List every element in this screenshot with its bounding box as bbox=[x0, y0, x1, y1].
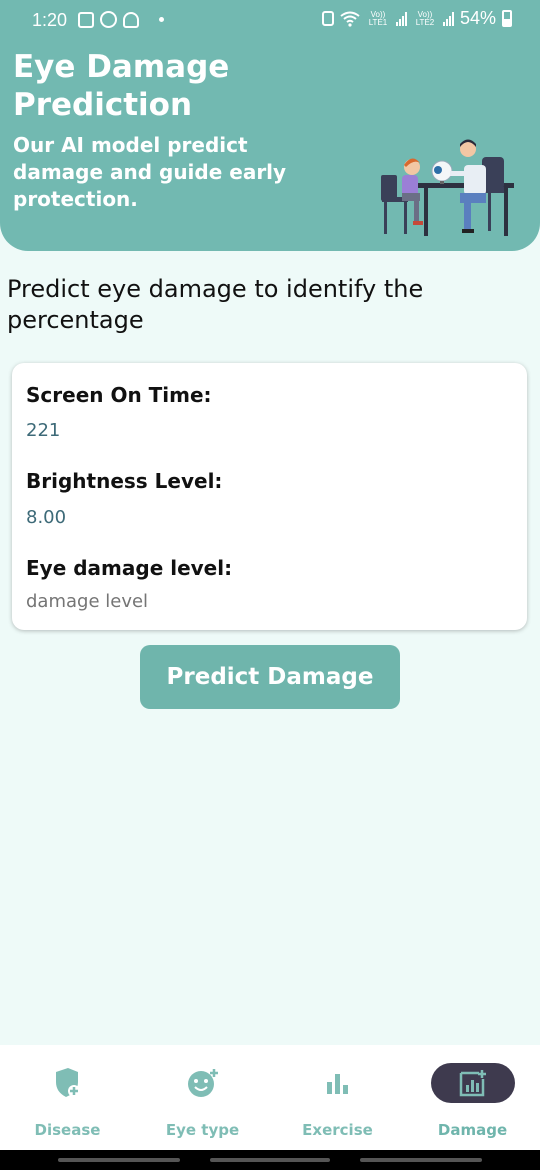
nav-label-eye-type: Eye type bbox=[165, 1121, 240, 1139]
screen-time-label: Screen On Time: bbox=[26, 383, 212, 407]
damage-level-label: Eye damage level: bbox=[26, 556, 233, 580]
signal2-icon bbox=[442, 11, 454, 26]
nav-item-damage[interactable]: Damage bbox=[405, 1045, 540, 1150]
shield-plus-icon bbox=[26, 1063, 110, 1103]
notification-icons bbox=[78, 11, 164, 28]
wifi-icon bbox=[340, 11, 360, 27]
sim2-label: Vo)) LTE2 bbox=[415, 9, 435, 27]
page-subtitle: Our AI model predict damage and guide ea… bbox=[13, 133, 287, 211]
more-notifications-icon bbox=[159, 17, 164, 22]
status-time: 1:20 bbox=[32, 10, 68, 30]
nav-item-disease[interactable]: Disease bbox=[0, 1045, 135, 1150]
smiley-plus-icon bbox=[161, 1063, 245, 1103]
gallery-icon bbox=[78, 11, 94, 28]
header: 1:20 Vo)) LTE1 Vo)) LTE2 54% Eye Damage … bbox=[0, 0, 540, 251]
nav-item-eye-type[interactable]: Eye type bbox=[135, 1045, 270, 1150]
nav-item-exercise[interactable]: Exercise bbox=[270, 1045, 405, 1150]
system-nav-bar bbox=[0, 1150, 540, 1170]
sim1-label: Vo)) LTE1 bbox=[368, 9, 388, 27]
damage-level-field[interactable] bbox=[26, 591, 506, 612]
nav-label-disease: Disease bbox=[34, 1121, 101, 1139]
nav-label-exercise: Exercise bbox=[302, 1121, 373, 1139]
bar-chart-icon bbox=[296, 1063, 380, 1103]
recents-handle[interactable] bbox=[58, 1158, 180, 1162]
status-bar: 1:20 Vo)) LTE1 Vo)) LTE2 54% bbox=[0, 0, 540, 40]
screen-time-value: 221 bbox=[26, 420, 61, 441]
home-handle[interactable] bbox=[210, 1158, 330, 1162]
battery-percent: 54% bbox=[459, 8, 496, 28]
recording-icon bbox=[100, 11, 117, 28]
doctor-patient-illustration bbox=[381, 139, 514, 236]
system-status-icons: Vo)) LTE1 Vo)) LTE2 54% bbox=[321, 8, 512, 29]
chart-plus-icon bbox=[430, 1063, 515, 1103]
nav-label-damage: Damage bbox=[437, 1121, 508, 1139]
predict-damage-button[interactable]: Predict Damage bbox=[140, 645, 400, 709]
back-handle[interactable] bbox=[360, 1158, 482, 1162]
prediction-form-card: Screen On Time: 221 Brightness Level: 8.… bbox=[12, 363, 527, 630]
signal1-icon bbox=[395, 11, 407, 26]
brightness-value: 8.00 bbox=[26, 507, 67, 528]
app-notification-icon bbox=[123, 11, 139, 28]
brightness-label: Brightness Level: bbox=[26, 469, 223, 493]
battery-icon bbox=[502, 10, 512, 27]
bottom-nav: Disease Eye type Exercise Damage bbox=[0, 1045, 540, 1150]
page-title: Eye Damage Prediction bbox=[13, 49, 230, 123]
intro-text: Predict eye damage to identify the perce… bbox=[7, 275, 424, 334]
alarm-icon bbox=[321, 11, 334, 26]
